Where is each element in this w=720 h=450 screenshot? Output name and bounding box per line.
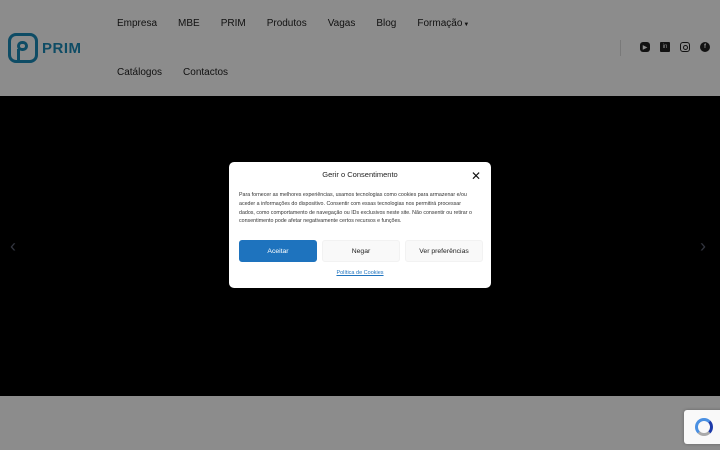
consent-message: Para fornecer as melhores experiências, … — [239, 192, 472, 225]
accept-button[interactable]: Aceitar — [239, 240, 317, 262]
view-preferences-button[interactable]: Ver preferências — [405, 240, 483, 262]
consent-buttons: Aceitar Negar Ver preferências — [239, 240, 488, 262]
deny-button[interactable]: Negar — [322, 240, 400, 262]
cookie-consent-dialog: Gerir o Consentimento ✕ Para fornecer as… — [229, 162, 491, 288]
recaptcha-badge[interactable] — [684, 410, 720, 444]
dialog-title: Gerir o Consentimento — [322, 170, 398, 179]
cookie-policy-link[interactable]: Política de Cookies — [229, 270, 491, 276]
recaptcha-icon — [695, 418, 713, 436]
close-icon[interactable]: ✕ — [471, 170, 481, 182]
